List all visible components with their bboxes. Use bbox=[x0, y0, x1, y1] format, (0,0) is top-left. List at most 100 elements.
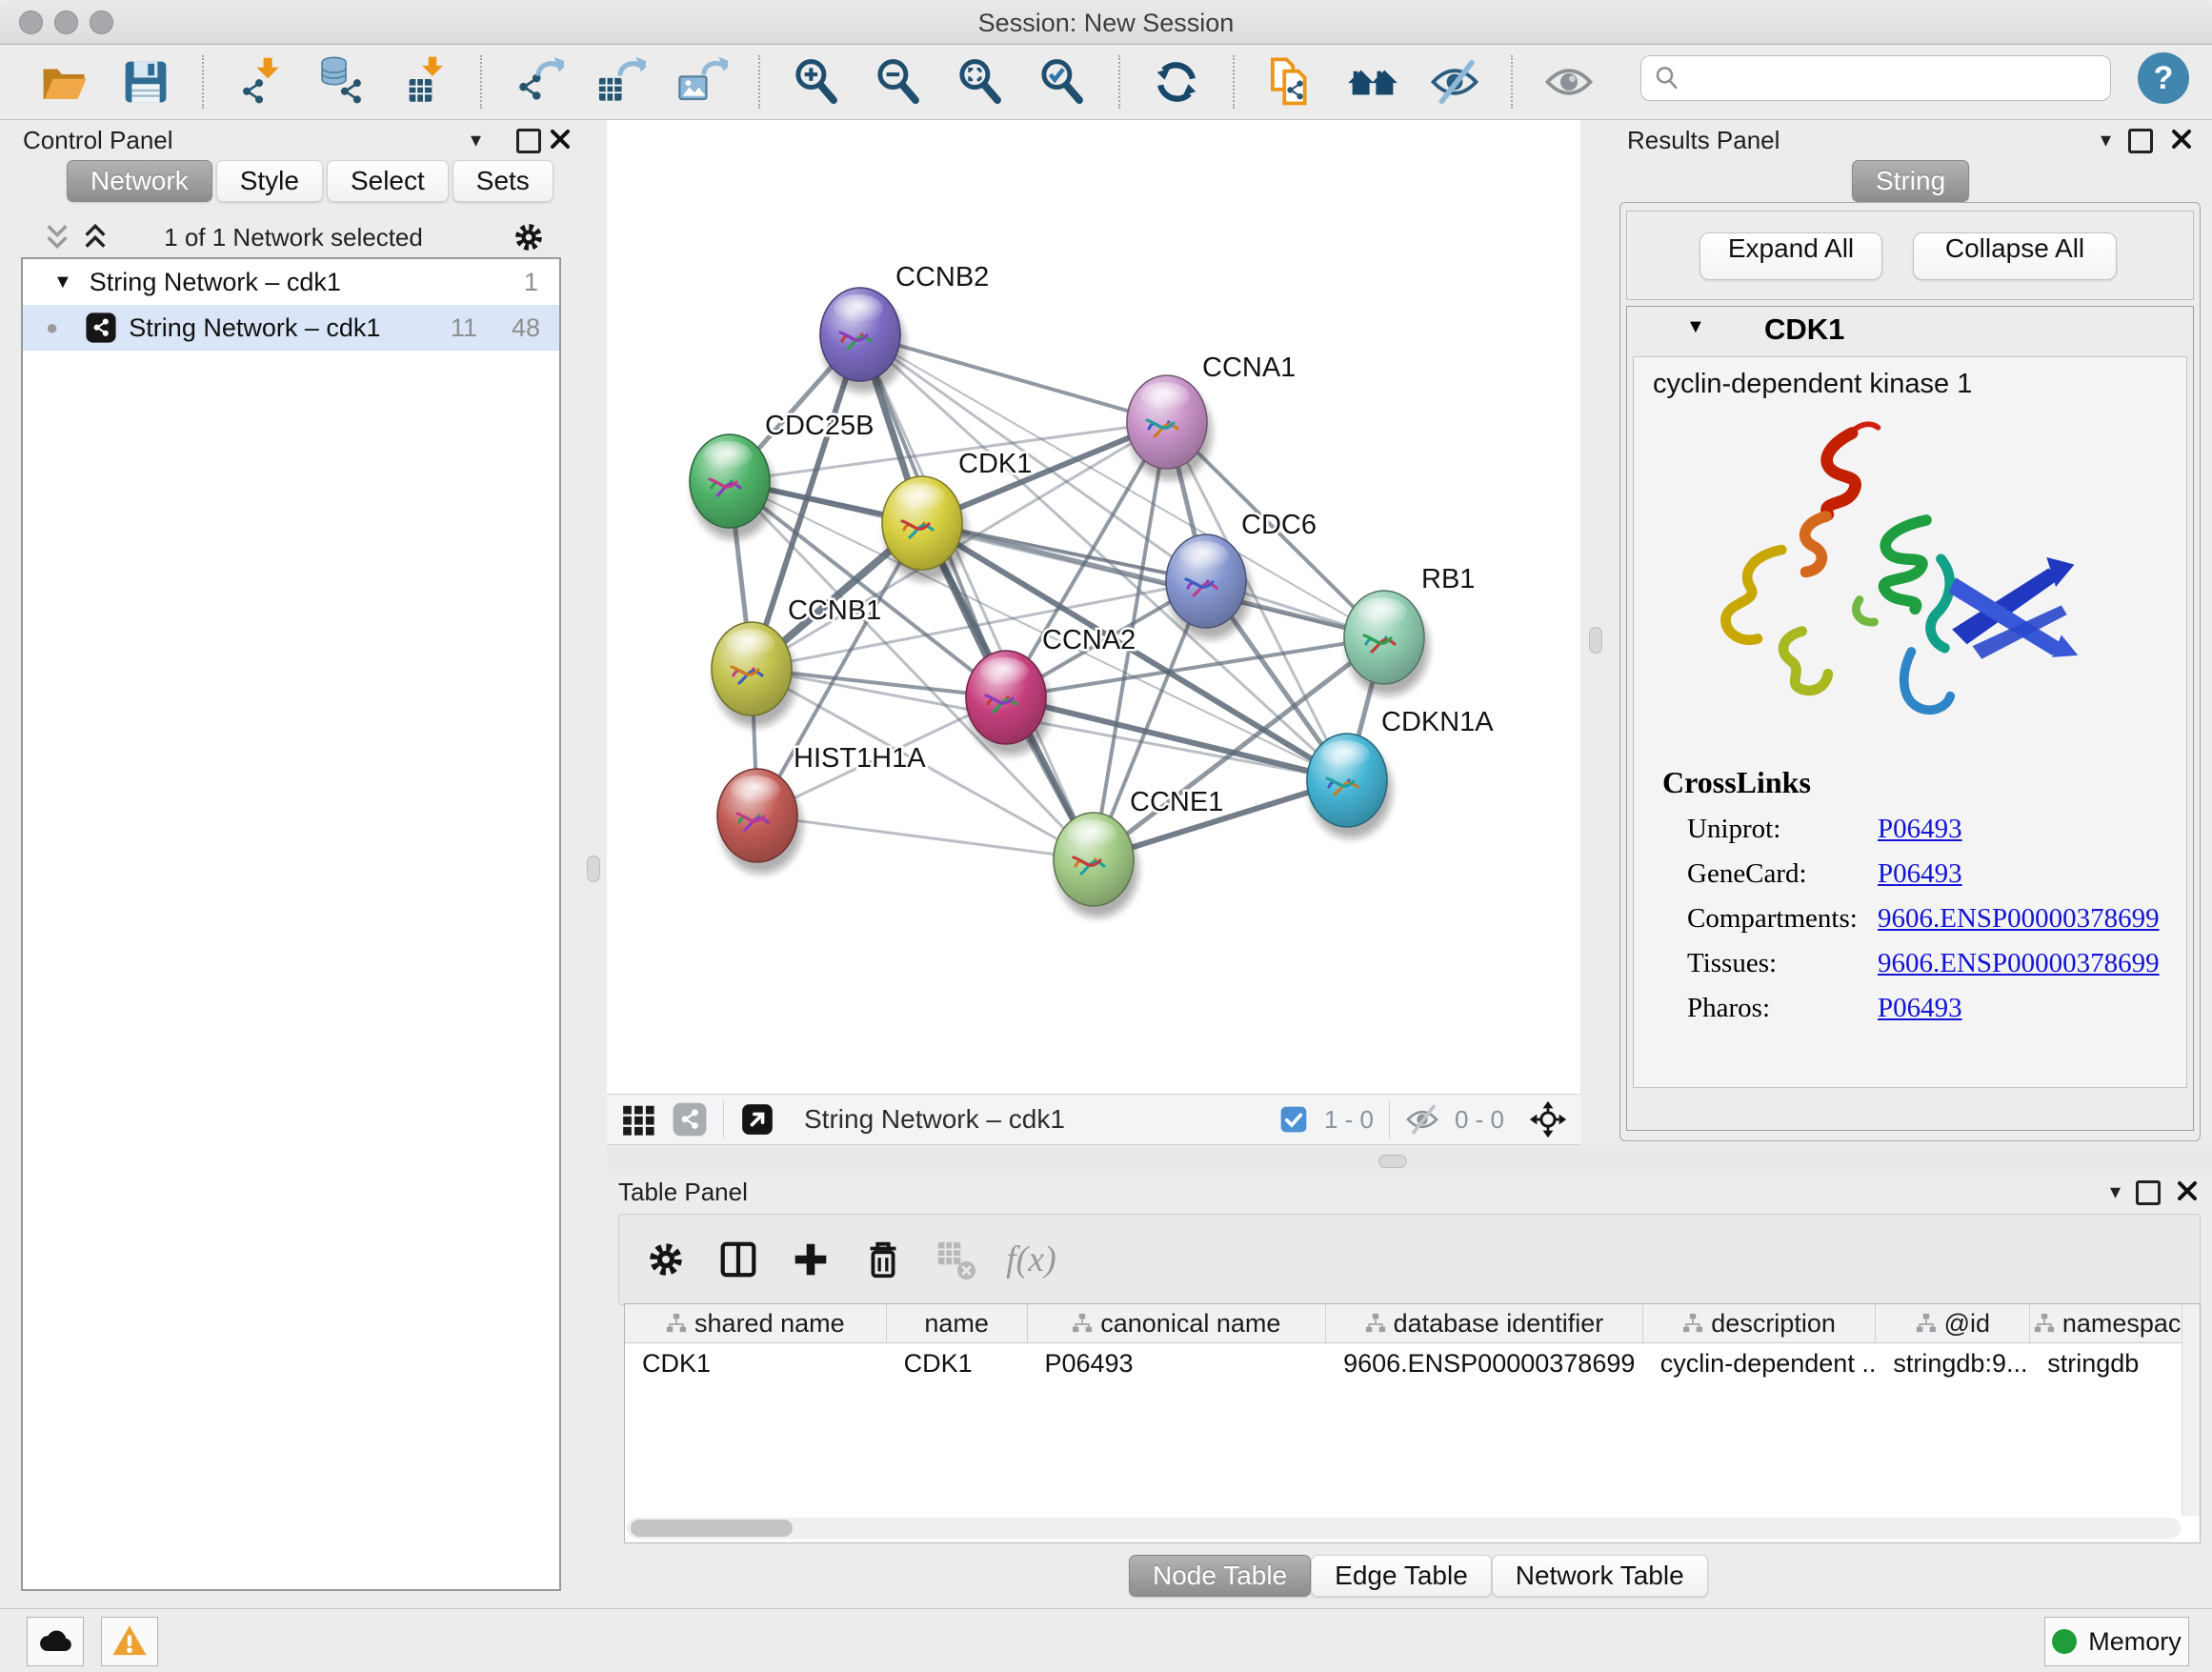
node-CDKN1A[interactable]: CDKN1A bbox=[1307, 707, 1494, 838]
node-CCNA1[interactable]: CCNA1 bbox=[1127, 353, 1296, 480]
gene-section-header[interactable]: ▼ CDK1 bbox=[1627, 307, 2193, 353]
table-vertical-scrollbar[interactable] bbox=[2182, 1304, 2200, 1516]
search-input[interactable] bbox=[1681, 63, 2110, 94]
collection-count: 1 bbox=[524, 268, 538, 297]
node-CCNE1[interactable]: CCNE1 bbox=[1054, 787, 1223, 917]
left-splitter-handle[interactable] bbox=[587, 856, 600, 882]
zoom-in-icon[interactable] bbox=[791, 56, 842, 108]
expand-all-button[interactable]: Expand All bbox=[1699, 232, 1882, 280]
table-row[interactable]: CDK1CDK1P064939606.ENSP00000378699cyclin… bbox=[625, 1343, 2200, 1383]
node-CCNB2[interactable]: CCNB2 bbox=[820, 262, 989, 393]
crosslink-link[interactable]: P06493 bbox=[1878, 993, 2160, 1024]
table-horizontal-scrollbar[interactable] bbox=[627, 1518, 2181, 1539]
cell-namespace[interactable]: stringdb bbox=[2030, 1343, 2200, 1383]
export-table-icon[interactable] bbox=[594, 56, 646, 108]
tab-sets[interactable]: Sets bbox=[452, 160, 553, 202]
cell-database-identifier[interactable]: 9606.ENSP00000378699 bbox=[1326, 1343, 1643, 1383]
panel-menu-icon[interactable]: ▾ bbox=[2101, 128, 2111, 152]
table-gear-icon[interactable] bbox=[644, 1238, 688, 1281]
bottom-splitter-handle[interactable] bbox=[1378, 1155, 1407, 1168]
crosslink-link[interactable]: P06493 bbox=[1878, 814, 2160, 845]
cell-description[interactable]: cyclin-dependent ... bbox=[1643, 1343, 1877, 1383]
import-network-database-icon[interactable] bbox=[316, 56, 368, 108]
column-header-name[interactable]: name bbox=[887, 1304, 1028, 1342]
node-HIST1H1A[interactable]: HIST1H1A bbox=[717, 743, 926, 874]
right-splitter-handle[interactable] bbox=[1589, 627, 1602, 654]
cell-@id[interactable]: stringdb:9... bbox=[1876, 1343, 2030, 1383]
tab-network-table[interactable]: Network Table bbox=[1492, 1555, 1708, 1597]
import-network-file-icon[interactable] bbox=[234, 56, 286, 108]
network-edge[interactable] bbox=[757, 816, 1094, 859]
help-button[interactable]: ? bbox=[2138, 52, 2189, 104]
tab-string[interactable]: String bbox=[1852, 160, 1969, 202]
node-CDC6[interactable]: CDC6 bbox=[1166, 510, 1317, 639]
crosslink-link[interactable]: 9606.ENSP00000378699 bbox=[1878, 903, 2160, 935]
crosslink-link[interactable]: 9606.ENSP00000378699 bbox=[1878, 948, 2160, 979]
import-table-file-icon[interactable] bbox=[398, 56, 450, 108]
add-column-icon[interactable] bbox=[789, 1238, 833, 1281]
copy-network-icon[interactable] bbox=[1265, 56, 1317, 108]
open-in-window-icon[interactable] bbox=[739, 1101, 775, 1138]
tab-style[interactable]: Style bbox=[216, 160, 323, 202]
panel-menu-icon[interactable]: ▾ bbox=[2110, 1179, 2121, 1204]
crosslink-label: Tissues: bbox=[1687, 948, 1878, 979]
save-session-icon[interactable] bbox=[120, 56, 171, 108]
cell-shared-name[interactable]: CDK1 bbox=[625, 1343, 887, 1383]
column-header-description[interactable]: description bbox=[1643, 1304, 1877, 1342]
show-hidden-items-icon[interactable] bbox=[1543, 56, 1595, 108]
tree-expanded-icon[interactable]: ▼ bbox=[53, 272, 72, 293]
network-edge[interactable] bbox=[922, 523, 1384, 637]
bottom-splitter[interactable] bbox=[607, 1146, 2212, 1174]
column-header-canonical-name[interactable]: canonical name bbox=[1028, 1304, 1327, 1342]
selected-checkbox-icon[interactable] bbox=[1278, 1104, 1309, 1135]
memory-button[interactable]: Memory bbox=[2044, 1617, 2189, 1666]
network-edge[interactable] bbox=[860, 334, 1094, 859]
left-splitter[interactable] bbox=[580, 120, 607, 1145]
fit-selected-crosshair-icon[interactable] bbox=[1529, 1100, 1567, 1138]
cell-name[interactable]: CDK1 bbox=[887, 1343, 1028, 1383]
gear-icon[interactable] bbox=[511, 219, 547, 255]
column-header-namespace[interactable]: namespace bbox=[2030, 1304, 2200, 1342]
delete-column-icon[interactable] bbox=[861, 1238, 905, 1281]
network-collection-row[interactable]: ▼ String Network – cdk1 1 bbox=[23, 259, 559, 305]
close-panel-icon[interactable] bbox=[2170, 128, 2193, 151]
column-header-database-identifier[interactable]: database identifier bbox=[1326, 1304, 1643, 1342]
float-panel-icon[interactable] bbox=[2136, 1180, 2161, 1205]
network-overview-share-icon[interactable] bbox=[672, 1101, 708, 1138]
warnings-button[interactable] bbox=[101, 1617, 158, 1666]
float-panel-icon[interactable] bbox=[516, 129, 541, 153]
close-panel-icon[interactable] bbox=[549, 128, 572, 151]
node-RB1[interactable]: RB1 bbox=[1344, 564, 1475, 695]
zoom-selected-icon[interactable] bbox=[1036, 56, 1088, 108]
tab-node-table[interactable]: Node Table bbox=[1129, 1555, 1311, 1597]
panel-menu-icon[interactable]: ▾ bbox=[471, 128, 481, 152]
export-network-icon[interactable] bbox=[513, 56, 564, 108]
zoom-fit-icon[interactable] bbox=[955, 56, 1006, 108]
hide-items-icon[interactable] bbox=[1429, 56, 1480, 108]
open-session-icon[interactable] bbox=[38, 56, 90, 108]
hidden-eye-slash-icon[interactable] bbox=[1405, 1102, 1439, 1137]
scrollbar-thumb[interactable] bbox=[631, 1520, 793, 1537]
export-image-icon[interactable] bbox=[676, 56, 728, 108]
search-box[interactable] bbox=[1640, 55, 2111, 101]
cell-canonical-name[interactable]: P06493 bbox=[1027, 1343, 1326, 1383]
apply-layout-icon[interactable] bbox=[1151, 56, 1202, 108]
column-header-@id[interactable]: @id bbox=[1876, 1304, 2030, 1342]
tab-network[interactable]: Network bbox=[67, 160, 212, 202]
close-panel-icon[interactable] bbox=[2176, 1179, 2199, 1202]
crosslink-link[interactable]: P06493 bbox=[1878, 858, 2160, 890]
column-header-shared-name[interactable]: shared name bbox=[625, 1304, 887, 1342]
home-networks-icon[interactable] bbox=[1347, 56, 1398, 108]
zoom-out-icon[interactable] bbox=[873, 56, 924, 108]
network-canvas[interactable]: CCNB2CCNA1CDC25BCDK1CDC6RB1CCNB1CCNA2CDK… bbox=[607, 120, 1580, 1094]
collapse-all-button[interactable]: Collapse All bbox=[1913, 232, 2117, 280]
cloud-tasks-button[interactable] bbox=[27, 1617, 84, 1666]
select-columns-icon[interactable] bbox=[716, 1238, 760, 1281]
section-expanded-icon[interactable]: ▼ bbox=[1686, 316, 1705, 338]
tab-edge-table[interactable]: Edge Table bbox=[1311, 1555, 1492, 1597]
float-panel-icon[interactable] bbox=[2128, 129, 2153, 153]
birdseye-grid-icon[interactable] bbox=[620, 1101, 656, 1138]
network-row-selected[interactable]: ● String Network – cdk1 11 48 bbox=[23, 305, 559, 351]
right-splitter[interactable] bbox=[1582, 120, 1609, 1145]
tab-select[interactable]: Select bbox=[327, 160, 449, 202]
